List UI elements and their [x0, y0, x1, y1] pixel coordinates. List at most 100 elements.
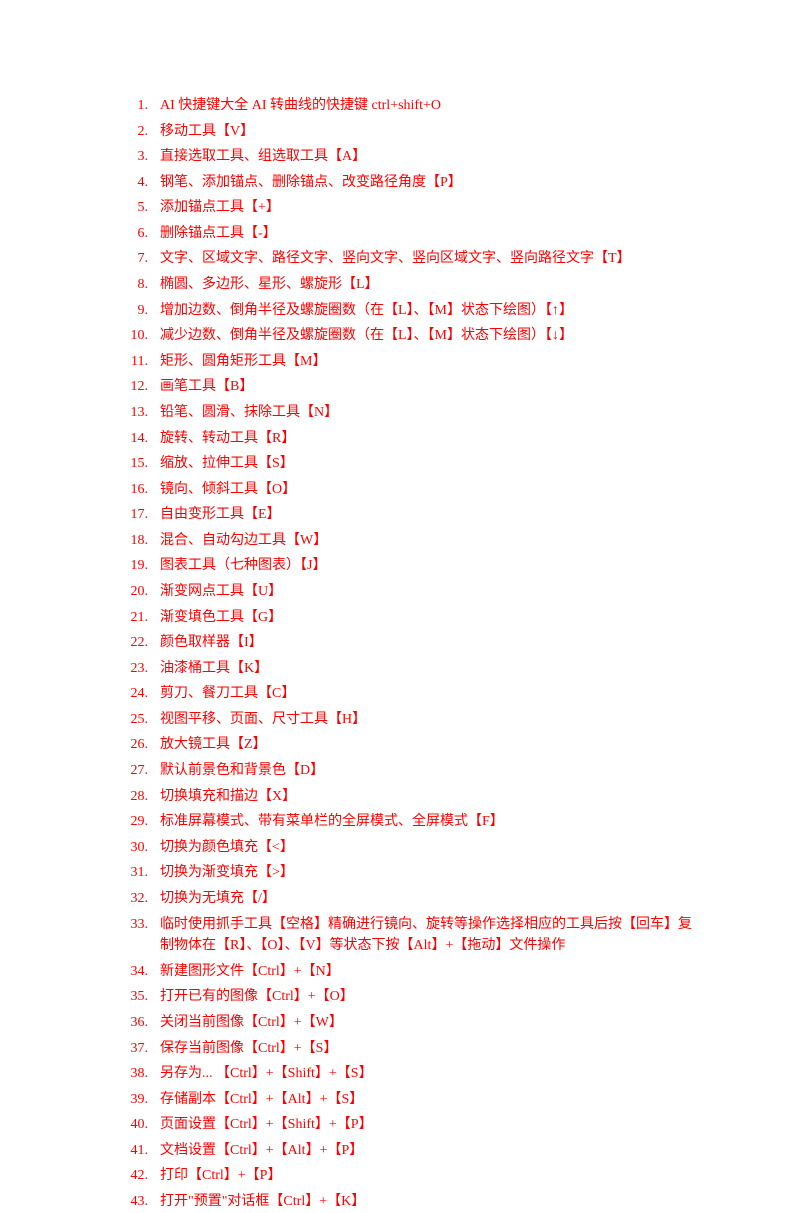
list-item: 20.渐变网点工具【U】: [120, 581, 703, 603]
item-text: 关闭当前图像【Ctrl】+【W】: [160, 1012, 703, 1034]
item-number: 13.: [120, 402, 160, 424]
item-number: 20.: [120, 581, 160, 603]
shortcut-list: 1.AI 快捷键大全 AI 转曲线的快捷键 ctrl+shift+O2.移动工具…: [120, 95, 703, 1213]
item-number: 38.: [120, 1063, 160, 1085]
item-text: 打印【Ctrl】+【P】: [160, 1165, 703, 1187]
item-number: 21.: [120, 607, 160, 629]
list-item: 26.放大镜工具【Z】: [120, 734, 703, 756]
item-number: 16.: [120, 479, 160, 501]
list-item: 32.切换为无填充【/】: [120, 888, 703, 910]
list-item: 19.图表工具（七种图表）【J】: [120, 555, 703, 577]
list-item: 14.旋转、转动工具【R】: [120, 428, 703, 450]
item-text: 添加锚点工具【+】: [160, 197, 703, 219]
list-item: 27.默认前景色和背景色【D】: [120, 760, 703, 782]
item-text: 剪刀、餐刀工具【C】: [160, 683, 703, 705]
item-text: 页面设置【Ctrl】+【Shift】+【P】: [160, 1114, 703, 1136]
item-number: 7.: [120, 248, 160, 270]
list-item: 29.标准屏幕模式、带有菜单栏的全屏模式、全屏模式【F】: [120, 811, 703, 833]
item-number: 26.: [120, 734, 160, 756]
item-text: 文档设置【Ctrl】+【Alt】+【P】: [160, 1140, 703, 1162]
list-item: 6.删除锚点工具【-】: [120, 223, 703, 245]
item-number: 22.: [120, 632, 160, 654]
item-number: 34.: [120, 961, 160, 983]
item-text: 椭圆、多边形、星形、螺旋形【L】: [160, 274, 703, 296]
item-number: 3.: [120, 146, 160, 168]
list-item: 28.切换填充和描边【X】: [120, 786, 703, 808]
item-number: 12.: [120, 376, 160, 398]
item-number: 18.: [120, 530, 160, 552]
list-item: 36.关闭当前图像【Ctrl】+【W】: [120, 1012, 703, 1034]
item-text: 镜向、倾斜工具【O】: [160, 479, 703, 501]
list-item: 31.切换为渐变填充【>】: [120, 862, 703, 884]
document-page: 1.AI 快捷键大全 AI 转曲线的快捷键 ctrl+shift+O2.移动工具…: [0, 0, 793, 1213]
item-text: 矩形、圆角矩形工具【M】: [160, 351, 703, 373]
item-number: 27.: [120, 760, 160, 782]
item-number: 15.: [120, 453, 160, 475]
list-item: 38.另存为... 【Ctrl】+【Shift】+【S】: [120, 1063, 703, 1085]
item-number: 29.: [120, 811, 160, 833]
list-item: 13.铅笔、圆滑、抹除工具【N】: [120, 402, 703, 424]
item-text: 新建图形文件【Ctrl】+【N】: [160, 961, 703, 983]
item-number: 6.: [120, 223, 160, 245]
item-text: 放大镜工具【Z】: [160, 734, 703, 756]
item-text: 切换为渐变填充【>】: [160, 862, 703, 884]
item-text: 视图平移、页面、尺寸工具【H】: [160, 709, 703, 731]
list-item: 21.渐变填色工具【G】: [120, 607, 703, 629]
item-text: 打开"预置"对话框【Ctrl】+【K】: [160, 1191, 703, 1213]
item-text: 切换为无填充【/】: [160, 888, 703, 910]
item-number: 39.: [120, 1089, 160, 1111]
item-text: AI 快捷键大全 AI 转曲线的快捷键 ctrl+shift+O: [160, 95, 703, 117]
item-text: 渐变填色工具【G】: [160, 607, 703, 629]
item-number: 1.: [120, 95, 160, 117]
item-number: 41.: [120, 1140, 160, 1162]
item-number: 30.: [120, 837, 160, 859]
item-text: 画笔工具【B】: [160, 376, 703, 398]
item-number: 25.: [120, 709, 160, 731]
item-number: 24.: [120, 683, 160, 705]
item-text: 直接选取工具、组选取工具【A】: [160, 146, 703, 168]
item-number: 31.: [120, 862, 160, 884]
item-text: 保存当前图像【Ctrl】+【S】: [160, 1038, 703, 1060]
item-text: 缩放、拉伸工具【S】: [160, 453, 703, 475]
item-text: 切换为颜色填充【<】: [160, 837, 703, 859]
item-number: 43.: [120, 1191, 160, 1213]
item-text: 默认前景色和背景色【D】: [160, 760, 703, 782]
item-number: 28.: [120, 786, 160, 808]
list-item: 40.页面设置【Ctrl】+【Shift】+【P】: [120, 1114, 703, 1136]
list-item: 16.镜向、倾斜工具【O】: [120, 479, 703, 501]
item-text: 存储副本【Ctrl】+【Alt】+【S】: [160, 1089, 703, 1111]
list-item: 18.混合、自动勾边工具【W】: [120, 530, 703, 552]
list-item: 1.AI 快捷键大全 AI 转曲线的快捷键 ctrl+shift+O: [120, 95, 703, 117]
item-number: 8.: [120, 274, 160, 296]
item-text: 增加边数、倒角半径及螺旋圈数（在【L】、【M】状态下绘图）【↑】: [160, 300, 703, 322]
item-text: 图表工具（七种图表）【J】: [160, 555, 703, 577]
list-item: 2.移动工具【V】: [120, 121, 703, 143]
item-text: 油漆桶工具【K】: [160, 658, 703, 680]
item-text: 删除锚点工具【-】: [160, 223, 703, 245]
list-item: 37.保存当前图像【Ctrl】+【S】: [120, 1038, 703, 1060]
list-item: 12.画笔工具【B】: [120, 376, 703, 398]
item-number: 11.: [120, 351, 160, 373]
item-number: 14.: [120, 428, 160, 450]
list-item: 43.打开"预置"对话框【Ctrl】+【K】: [120, 1191, 703, 1213]
item-text: 临时使用抓手工具【空格】精确进行镜向、旋转等操作选择相应的工具后按【回车】复制物…: [160, 914, 703, 957]
item-number: 5.: [120, 197, 160, 219]
item-number: 17.: [120, 504, 160, 526]
item-number: 36.: [120, 1012, 160, 1034]
item-text: 自由变形工具【E】: [160, 504, 703, 526]
item-number: 2.: [120, 121, 160, 143]
item-text: 渐变网点工具【U】: [160, 581, 703, 603]
item-text: 铅笔、圆滑、抹除工具【N】: [160, 402, 703, 424]
item-number: 10.: [120, 325, 160, 347]
list-item: 9.增加边数、倒角半径及螺旋圈数（在【L】、【M】状态下绘图）【↑】: [120, 300, 703, 322]
list-item: 15.缩放、拉伸工具【S】: [120, 453, 703, 475]
item-number: 40.: [120, 1114, 160, 1136]
list-item: 11.矩形、圆角矩形工具【M】: [120, 351, 703, 373]
item-text: 文字、区域文字、路径文字、竖向文字、竖向区域文字、竖向路径文字【T】: [160, 248, 703, 270]
item-text: 移动工具【V】: [160, 121, 703, 143]
item-text: 混合、自动勾边工具【W】: [160, 530, 703, 552]
list-item: 24.剪刀、餐刀工具【C】: [120, 683, 703, 705]
item-text: 减少边数、倒角半径及螺旋圈数（在【L】、【M】状态下绘图）【↓】: [160, 325, 703, 347]
list-item: 35.打开已有的图像【Ctrl】+【O】: [120, 986, 703, 1008]
item-text: 颜色取样器【I】: [160, 632, 703, 654]
